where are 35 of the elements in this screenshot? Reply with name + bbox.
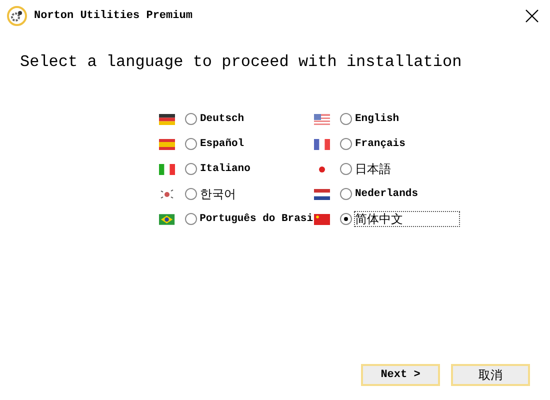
radio-button[interactable] <box>340 113 352 125</box>
language-label[interactable]: Nederlands <box>354 186 420 202</box>
language-label[interactable]: Français <box>354 136 406 152</box>
radio-button[interactable] <box>185 113 197 125</box>
flag-icon <box>314 114 330 124</box>
flag-icon <box>159 114 175 124</box>
language-label[interactable]: English <box>354 111 400 127</box>
radio-button[interactable] <box>340 188 352 200</box>
language-label[interactable]: Português do Brasi <box>198 211 314 227</box>
next-button[interactable]: Next > <box>361 364 440 386</box>
flag-icon <box>159 214 175 224</box>
language-label[interactable]: Italiano <box>199 161 252 177</box>
language-label[interactable]: 日本語 <box>354 161 392 177</box>
radio-button[interactable] <box>340 138 352 150</box>
radio-button[interactable] <box>340 213 352 225</box>
flag-icon <box>159 164 175 174</box>
radio-button[interactable] <box>340 163 352 175</box>
language-label[interactable]: 简体中文 <box>354 211 460 227</box>
radio-button[interactable] <box>185 188 197 200</box>
cancel-button[interactable]: 取消 <box>451 364 530 386</box>
window-title: Norton Utilities Premium <box>34 8 192 24</box>
language-label[interactable]: 한국어 <box>199 186 237 202</box>
heading: Select a language to proceed with installation <box>20 52 463 73</box>
radio-button[interactable] <box>185 138 197 150</box>
gear-logo-icon <box>7 6 27 26</box>
radio-button[interactable] <box>185 163 197 175</box>
language-label[interactable]: Español <box>199 136 246 152</box>
language-label[interactable]: Deutsch <box>199 111 246 127</box>
flag-icon <box>314 188 330 200</box>
radio-button[interactable] <box>184 213 197 225</box>
flag-icon <box>159 188 175 200</box>
flag-icon <box>314 214 330 224</box>
flag-icon <box>314 138 330 150</box>
flag-icon <box>159 138 175 150</box>
close-icon[interactable] <box>525 9 539 23</box>
